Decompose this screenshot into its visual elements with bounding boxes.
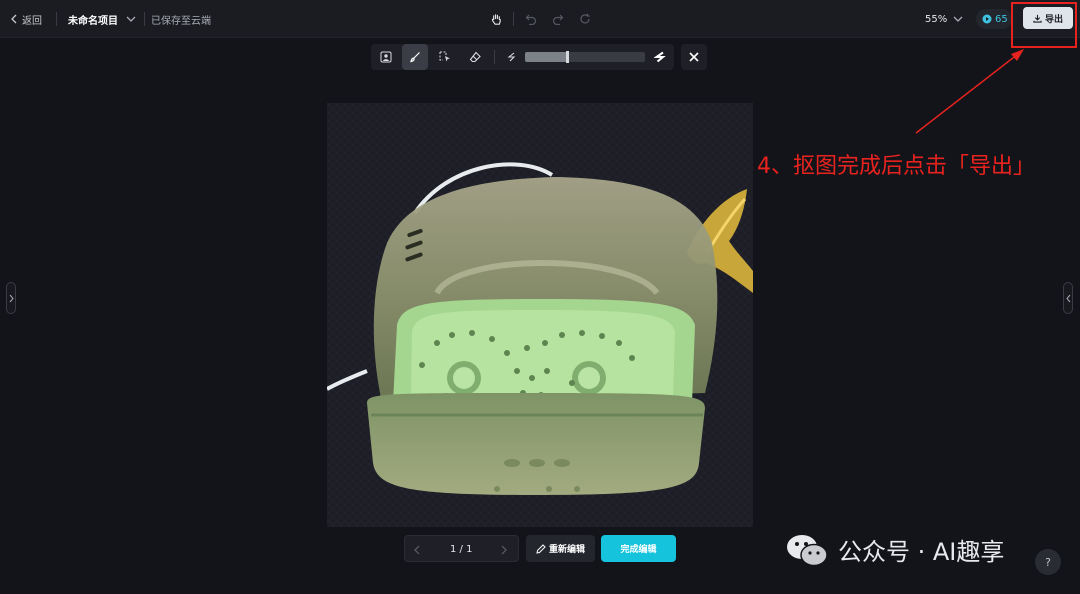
help-button[interactable]: ? <box>1035 549 1061 575</box>
annotation-text: 4、抠图完成后点击「导出」 <box>757 154 1035 179</box>
annotation-arrow <box>915 49 1024 134</box>
wechat-icon <box>787 534 828 566</box>
help-label: ? <box>1045 555 1051 569</box>
watermark: 公众号 · AI趣享 <box>786 532 1004 567</box>
watermark-text: 公众号 · AI趣享 <box>838 538 1005 566</box>
